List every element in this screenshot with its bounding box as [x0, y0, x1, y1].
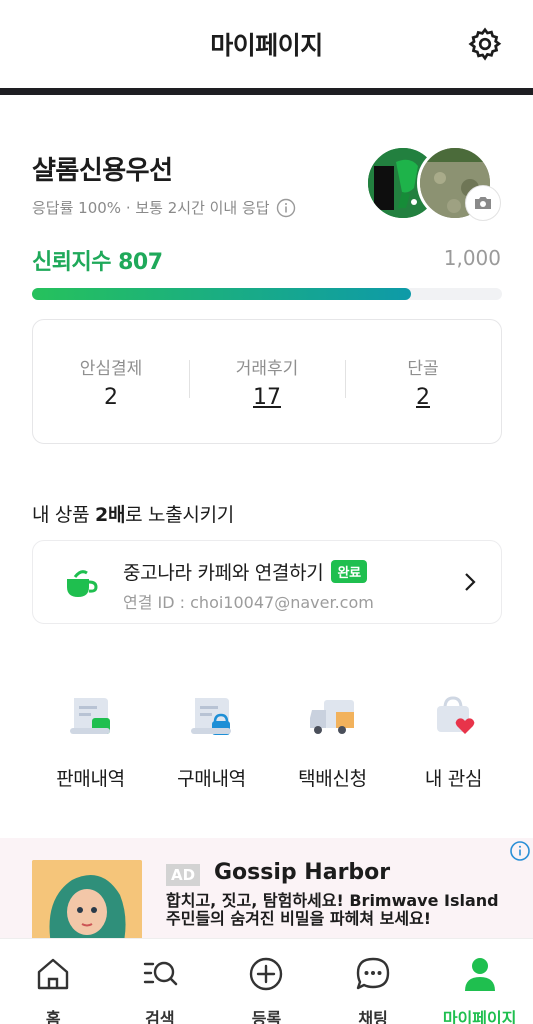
tab-label: 홈: [45, 1009, 61, 1024]
home-icon: [38, 958, 69, 990]
person-icon: [464, 958, 495, 991]
tab-label: 검색: [145, 1009, 175, 1024]
chevron-right-icon: [465, 573, 476, 591]
menu-purchase-history[interactable]: 구매내역: [151, 690, 272, 791]
ad-title[interactable]: Gossip Harbor: [214, 860, 390, 885]
info-icon[interactable]: [509, 840, 531, 862]
header: 마이페이지: [0, 0, 533, 88]
tab-register[interactable]: 등록: [213, 939, 320, 1024]
camera-icon[interactable]: [465, 185, 501, 221]
tab-label: 등록: [251, 1009, 282, 1024]
menu-label: 내 관심: [424, 768, 483, 790]
cafe-title: 중고나라 카페와 연결하기: [123, 562, 324, 584]
info-icon[interactable]: [276, 198, 296, 218]
tab-search[interactable]: 검색: [107, 939, 214, 1024]
tab-chat[interactable]: 채팅: [320, 939, 427, 1024]
expose-bold: 2배: [95, 504, 126, 526]
ad-image[interactable]: [32, 860, 142, 938]
profile-name: 샬롬신용우선: [32, 156, 173, 186]
tab-label: 마이페이지: [442, 1009, 517, 1024]
expose-prefix: 내 상품: [32, 504, 96, 526]
stat-reviews[interactable]: 거래후기 17: [189, 354, 345, 410]
expose-heading: 내 상품 2배로 노출시키기: [32, 500, 234, 527]
delivery-truck-icon: [309, 700, 354, 734]
stat-label: 안심결제: [79, 358, 143, 379]
cafe-link-card[interactable]: 중고나라 카페와 연결하기 완료 연결 ID : choi10047@naver…: [32, 540, 502, 624]
header-divider: [0, 88, 533, 95]
cafe-linked-id: 연결 ID : choi10047@naver.com: [123, 593, 374, 612]
stat-safe-pay: 안심결제 2: [33, 354, 189, 410]
purchase-history-icon: [190, 698, 231, 735]
ad-banner[interactable]: AD Gossip Harbor 합치고, 짓고, 탐험하세요! Brimwav…: [0, 838, 533, 938]
stat-value: 2: [104, 384, 118, 410]
menu-sales-history[interactable]: 판매내역: [30, 690, 151, 791]
bottom-tab-bar: 홈 검색 등록 채팅 마이페이지: [0, 938, 533, 1024]
trust-progress-bar: [32, 288, 502, 300]
stat-label: 단골: [407, 358, 439, 379]
stat-label: 거래후기: [235, 358, 299, 379]
profile-avatars[interactable]: [365, 145, 505, 225]
page-title: 마이페이지: [210, 31, 323, 60]
menu-label: 판매내역: [56, 768, 125, 790]
trust-score-label: 신뢰지수 807: [32, 250, 163, 275]
cafe-title-row: 중고나라 카페와 연결하기 완료: [123, 558, 367, 585]
menu-interests[interactable]: 내 관심: [393, 690, 514, 791]
stat-value[interactable]: 17: [189, 385, 345, 410]
menu-label: 택배신청: [298, 768, 367, 790]
tab-mypage[interactable]: 마이페이지: [426, 939, 533, 1024]
status-badge: 완료: [331, 560, 367, 583]
menu-delivery[interactable]: 택배신청: [272, 690, 393, 791]
response-meta-text: 응답률 100% · 보통 2시간 이내 응답: [32, 199, 270, 217]
quick-menu: 판매내역 구매내역 택배신청 내 관심: [0, 690, 533, 791]
menu-label: 구매내역: [177, 768, 246, 790]
trust-max-label: 1,000: [443, 246, 501, 270]
tab-label: 채팅: [358, 1009, 388, 1024]
ad-tag: AD: [166, 864, 201, 886]
heart-bag-icon: [436, 696, 474, 734]
tab-home[interactable]: 홈: [0, 939, 107, 1024]
trade-stats: 안심결제 2 거래후기 17 단골 2: [32, 319, 502, 444]
expose-suffix: 로 노출시키기: [125, 504, 234, 526]
ad-description: 합치고, 짓고, 탐험하세요! Brimwave Island 주민들의 숨겨진…: [166, 891, 499, 928]
search-icon: [143, 961, 178, 986]
response-meta: 응답률 100% · 보통 2시간 이내 응답: [32, 197, 296, 218]
trust-progress-fill: [32, 288, 412, 300]
chat-bubble-icon: [356, 957, 390, 990]
gear-icon[interactable]: [467, 26, 503, 62]
stat-regulars[interactable]: 단골 2: [345, 354, 501, 410]
plus-circle-icon: [250, 957, 283, 991]
sales-history-icon: [69, 698, 110, 734]
stat-value[interactable]: 2: [345, 385, 501, 410]
coffee-cup-icon: [67, 570, 98, 597]
